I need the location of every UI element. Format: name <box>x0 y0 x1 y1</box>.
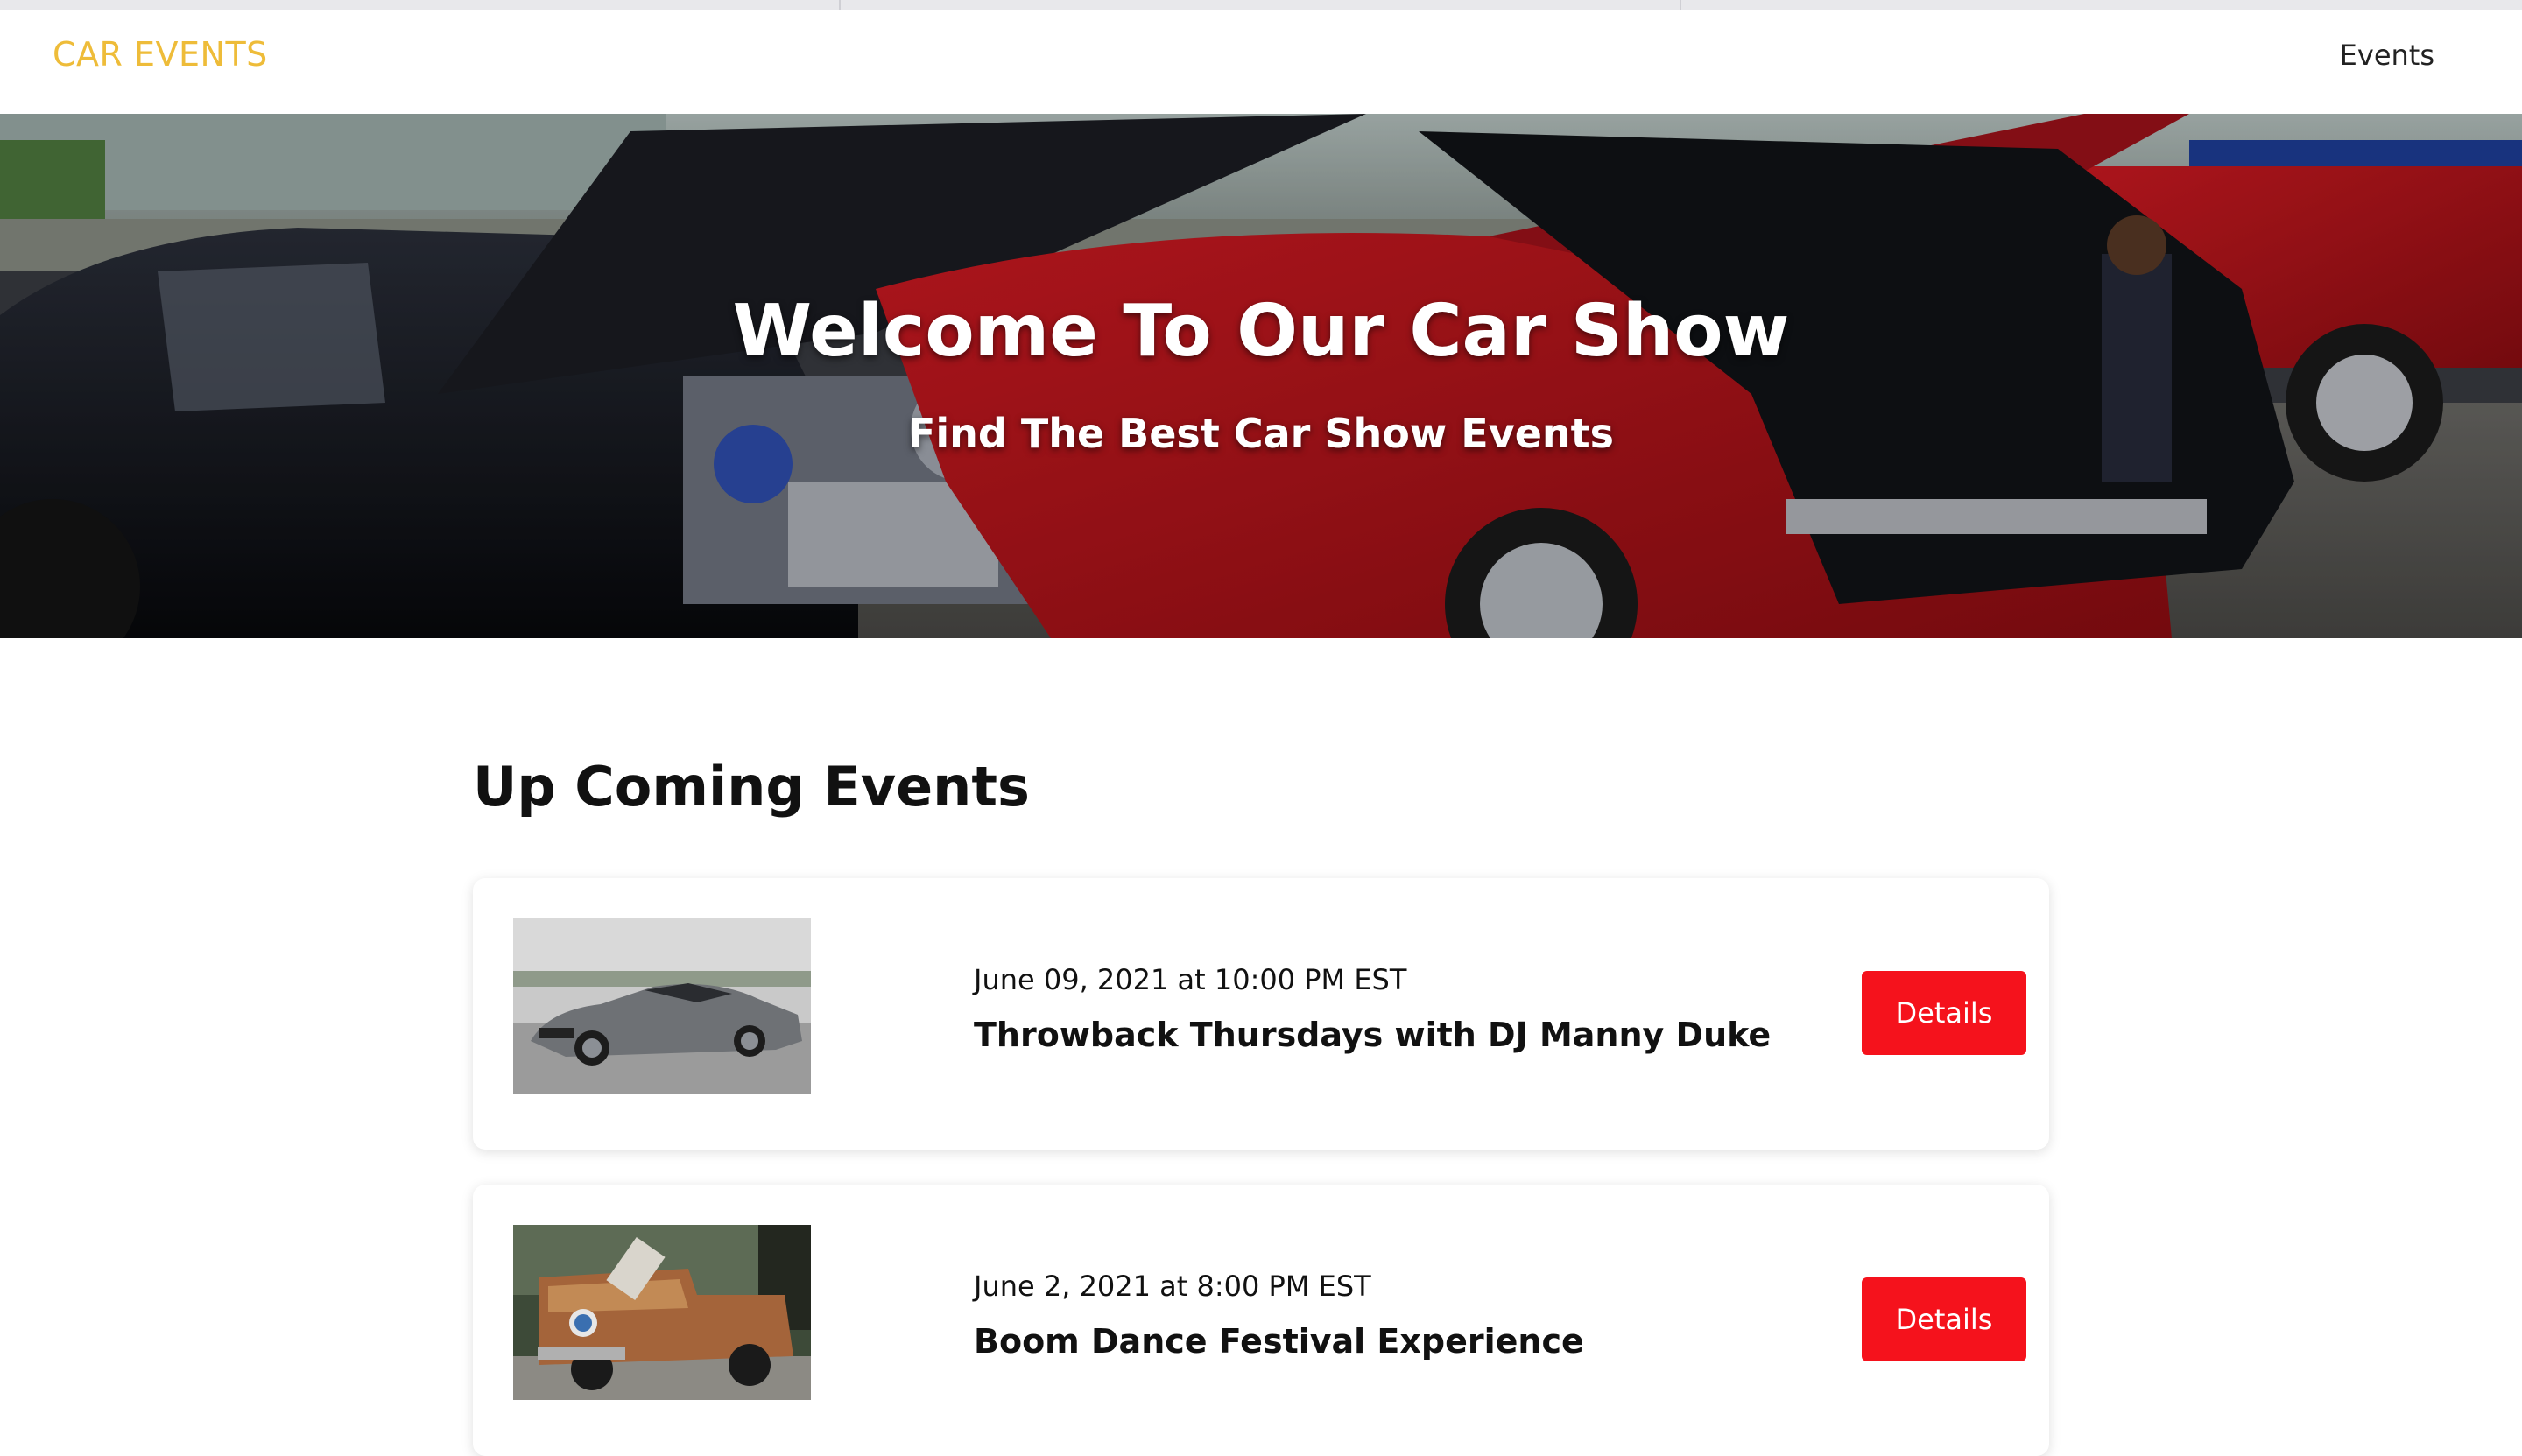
brand-logo-link[interactable]: CAR EVENTS <box>53 38 268 71</box>
tab-divider <box>1680 0 1681 10</box>
upcoming-events-heading: Up Coming Events <box>473 755 1030 819</box>
nav-link-events[interactable]: Events <box>2340 41 2434 69</box>
event-title: Boom Dance Festival Experience <box>974 1322 1584 1361</box>
event-thumbnail <box>513 918 811 1094</box>
top-navbar: CAR EVENTS Events <box>0 10 2522 114</box>
event-date: June 09, 2021 at 10:00 PM EST <box>974 963 1407 996</box>
details-button[interactable]: Details <box>1862 1277 2026 1361</box>
event-card: June 09, 2021 at 10:00 PM EST Throwback … <box>473 878 2049 1150</box>
browser-tab-strip <box>0 0 2522 10</box>
hero-car-show-photo <box>0 114 2522 638</box>
details-button[interactable]: Details <box>1862 971 2026 1055</box>
event-date: June 2, 2021 at 8:00 PM EST <box>974 1270 1371 1303</box>
tab-divider <box>839 0 841 10</box>
event-thumbnail <box>513 1225 811 1400</box>
silver-sports-car-image <box>513 918 811 1094</box>
hero-subtitle: Find The Best Car Show Events <box>907 410 1615 457</box>
rusty-pickup-truck-image <box>513 1225 811 1400</box>
event-title: Throwback Thursdays with DJ Manny Duke <box>974 1016 1772 1054</box>
event-card: June 2, 2021 at 8:00 PM EST Boom Dance F… <box>473 1185 2049 1456</box>
hero-title: Welcome To Our Car Show <box>732 290 1790 373</box>
hero-banner: Welcome To Our Car Show Find The Best Ca… <box>0 114 2522 638</box>
